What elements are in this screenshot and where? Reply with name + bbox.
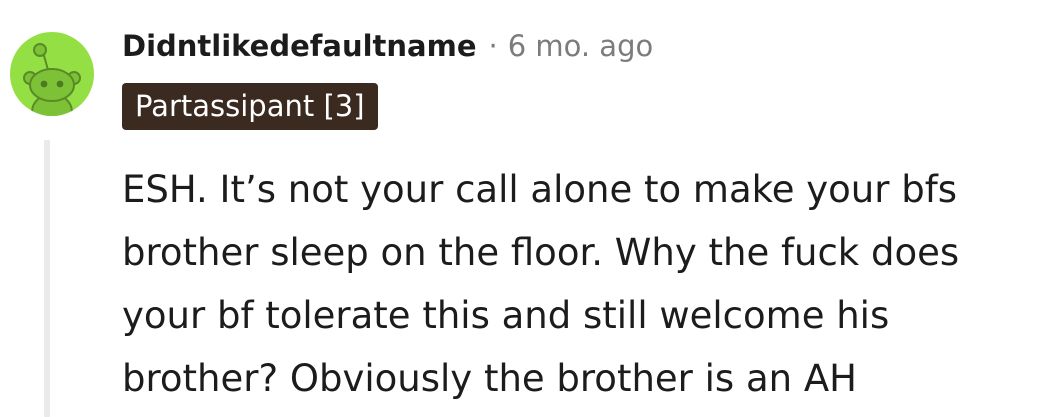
snoo-avatar-icon: [23, 43, 81, 116]
comment: Didntlikedefaultname · 6 mo. ago Partass…: [0, 0, 1043, 417]
user-flair-badge: Partassipant [3]: [122, 83, 378, 130]
comment-header: Didntlikedefaultname · 6 mo. ago: [122, 26, 653, 66]
thread-collapse-line[interactable]: [44, 140, 50, 417]
user-avatar[interactable]: [10, 32, 94, 116]
comment-text: ESH. It’s not your call alone to make yo…: [122, 168, 960, 400]
meta-separator: ·: [488, 29, 498, 63]
timestamp-link[interactable]: 6 mo. ago: [508, 29, 654, 63]
comment-body: ESH. It’s not your call alone to make yo…: [122, 158, 1032, 410]
username-link[interactable]: Didntlikedefaultname: [122, 29, 477, 63]
